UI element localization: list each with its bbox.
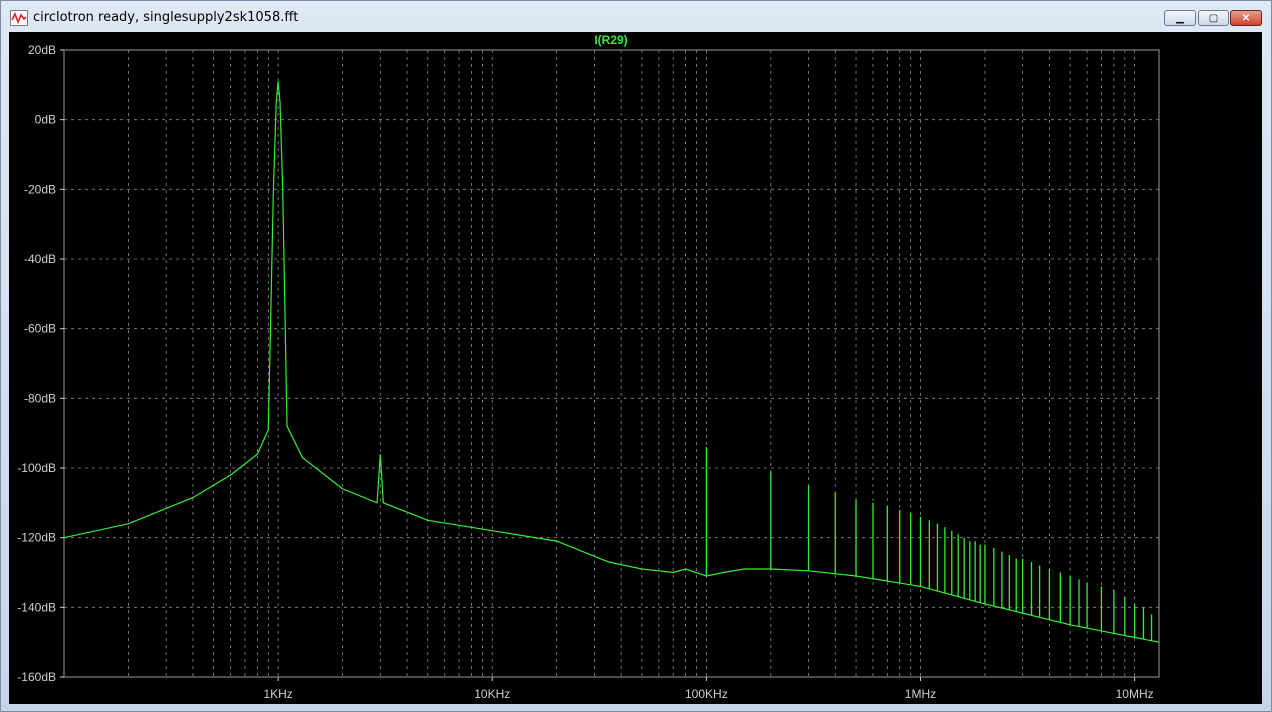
title-bar[interactable]: circlotron ready, singlesupply2sk1058.ff… bbox=[1, 1, 1271, 33]
plot-frame bbox=[63, 49, 1160, 678]
y-tick-label: -160dB bbox=[17, 670, 56, 684]
y-tick-label: -60dB bbox=[24, 322, 56, 336]
close-button[interactable]: ✕ bbox=[1230, 10, 1262, 26]
y-tick-label: 20dB bbox=[28, 43, 56, 57]
minimize-button[interactable]: ▁ bbox=[1164, 10, 1196, 26]
x-tick-label: 1KHz bbox=[263, 687, 292, 701]
x-tick-label: 10KHz bbox=[474, 687, 510, 701]
y-tick-label: 0dB bbox=[35, 113, 56, 127]
grid-lines bbox=[63, 49, 1159, 678]
plot-pane[interactable]: 20dB 0dB -20dB -40dB -60dB -80dB -100dB -120dB -… bbox=[9, 32, 1262, 704]
window-title: circlotron ready, singlesupply2sk1058.ff… bbox=[33, 10, 299, 25]
y-tick-label: -40dB bbox=[24, 252, 56, 266]
y-tick-label: -20dB bbox=[24, 182, 56, 196]
chart-title[interactable]: I(R29) bbox=[594, 33, 627, 47]
waveform-app-icon bbox=[10, 10, 28, 26]
x-axis-ticks: 1KHz 10KHz 100KHz 1MHz 10MHz bbox=[263, 677, 1154, 701]
trace-group bbox=[63, 81, 1160, 643]
y-axis-ticks: 20dB 0dB -20dB -40dB -60dB -80dB -100dB -120dB -… bbox=[17, 43, 64, 684]
x-tick-label: 100KHz bbox=[685, 687, 728, 701]
series-line-I(R29) bbox=[63, 81, 1160, 643]
y-tick-label: -100dB bbox=[17, 461, 56, 475]
waveform-icon-glyph bbox=[11, 12, 27, 25]
fft-chart[interactable]: 20dB 0dB -20dB -40dB -60dB -80dB -100dB -120dB -… bbox=[9, 32, 1262, 704]
y-tick-label: -80dB bbox=[24, 391, 56, 405]
maximize-button[interactable]: ▢ bbox=[1198, 10, 1229, 26]
y-tick-label: -140dB bbox=[17, 600, 56, 614]
app-window: circlotron ready, singlesupply2sk1058.ff… bbox=[0, 0, 1272, 712]
y-tick-label: -120dB bbox=[17, 531, 56, 545]
x-tick-label: 1MHz bbox=[905, 687, 936, 701]
x-tick-label: 10MHz bbox=[1116, 687, 1154, 701]
